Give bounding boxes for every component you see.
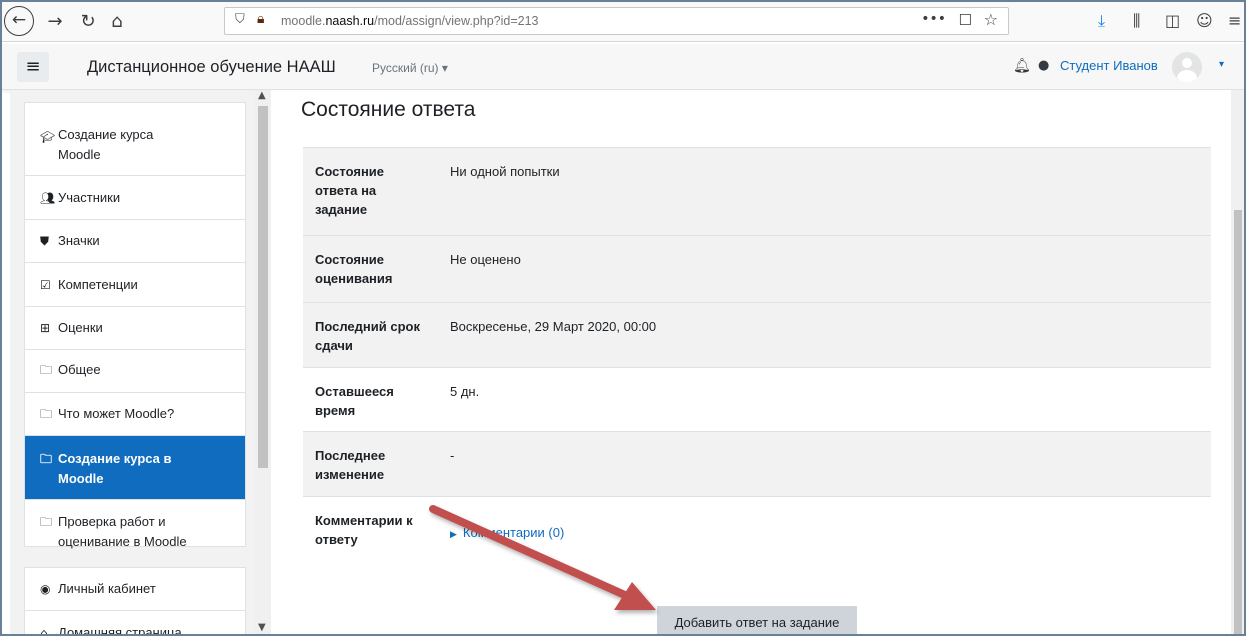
sidebar-item-label: Значки bbox=[58, 233, 100, 248]
message-icon[interactable]: ● bbox=[1038, 58, 1049, 73]
url-path: /mod/assign/view.php?id=213 bbox=[374, 14, 539, 28]
sidebar-item-home[interactable]: ⌂ Домашняя страница bbox=[25, 611, 245, 636]
sidebar-item-label: Создание курса в Moodle bbox=[58, 451, 172, 486]
comments-link[interactable]: Комментарии (0) bbox=[463, 525, 564, 540]
table-row: Состояние ответа на задание Ни одной поп… bbox=[303, 147, 1211, 236]
table-row: Комментарии к ответу ▶ Комментарии (0) bbox=[303, 496, 1211, 567]
row-value: Не оценено bbox=[438, 235, 1211, 303]
folder-icon: 🗀 bbox=[40, 452, 53, 466]
main-region: Состояние ответа Состояние ответа на зад… bbox=[271, 90, 1231, 634]
library-icon[interactable]: ⫼ bbox=[1133, 11, 1140, 31]
sidebar-item-label: Участники bbox=[58, 190, 121, 205]
page-actions-icon[interactable]: ••• bbox=[921, 11, 946, 27]
url-prefix: moodle. bbox=[281, 14, 326, 28]
browser-toolbar: ← → ↻ ⌂ ⛉ 🔒︎ moodle.naash.ru/mod/assign/… bbox=[2, 2, 1244, 42]
row-value: - bbox=[438, 431, 1211, 497]
checkbox-icon: ☑ bbox=[40, 278, 51, 292]
pocket-icon[interactable]: ☐ bbox=[959, 11, 972, 29]
users-icon: 👥︎ bbox=[40, 191, 56, 205]
sidebar-item-label: Создание курса Moodle bbox=[58, 127, 154, 162]
url-text[interactable]: moodle.naash.ru/mod/assign/view.php?id=2… bbox=[281, 14, 539, 28]
expand-comments-icon[interactable]: ▶ bbox=[450, 530, 457, 540]
sidebar-item-dashboard[interactable]: ◉ Личный кабинет bbox=[25, 568, 245, 611]
row-key: Состояние ответа на задание bbox=[303, 147, 438, 236]
page-scroll-thumb[interactable] bbox=[1234, 210, 1242, 634]
sidebar-item-general[interactable]: 🗀 Общее bbox=[25, 350, 245, 393]
bookmark-star-icon[interactable]: ☆ bbox=[984, 10, 998, 29]
sidebar-item-create-course-active[interactable]: 🗀 Создание курса в Moodle bbox=[25, 436, 245, 500]
table-icon: ⊞ bbox=[40, 321, 51, 335]
sidebar-item-label: Личный кабинет bbox=[58, 581, 156, 596]
language-menu[interactable]: Русский (ru) ▾ bbox=[372, 61, 448, 75]
scroll-up-icon[interactable]: ▲ bbox=[258, 90, 266, 101]
add-submission-button[interactable]: Добавить ответ на задание bbox=[657, 606, 857, 634]
row-value: Воскресенье, 29 Март 2020, 00:00 bbox=[438, 302, 1211, 368]
sidebar-item-course[interactable]: 🎓︎ Создание курса Moodle bbox=[25, 103, 245, 176]
row-value: Ни одной попытки bbox=[438, 147, 1211, 236]
sidebar-scroll-thumb[interactable] bbox=[258, 106, 268, 468]
table-row: Оставшееся время 5 дн. bbox=[303, 367, 1211, 432]
tracking-shield-icon[interactable]: ⛉ bbox=[235, 12, 245, 27]
sidebar-item-label: Домашняя страница bbox=[58, 625, 182, 636]
course-nav-group: 🎓︎ Создание курса Moodle 👥︎ Участники ⛊ … bbox=[24, 102, 246, 549]
sidebar-item-grades[interactable]: ⊞ Оценки bbox=[25, 307, 245, 350]
bell-icon[interactable]: 🔔︎ bbox=[1013, 58, 1031, 74]
sidebar-item-competencies[interactable]: ☑ Компетенции bbox=[25, 263, 245, 307]
url-domain-bold: naash.ru bbox=[325, 14, 375, 28]
sidebar-item-grading[interactable]: 🗀 Проверка работ и оценивание в Moodle bbox=[25, 500, 245, 549]
table-row: Последний срок сдачи Воскресенье, 29 Мар… bbox=[303, 302, 1211, 368]
sidebar-item-label: Общее bbox=[58, 362, 101, 377]
site-nav-group: ◉ Личный кабинет ⌂ Домашняя страница bbox=[24, 567, 246, 636]
avatar-head bbox=[1182, 58, 1192, 68]
sidebar-item-label: Проверка работ и оценивание в Moodle bbox=[58, 514, 187, 549]
row-value: ▶ Комментарии (0) bbox=[438, 496, 1211, 567]
avatar[interactable] bbox=[1172, 52, 1202, 82]
folder-icon: 🗀 bbox=[40, 407, 53, 421]
forward-arrow-icon[interactable]: → bbox=[42, 9, 68, 35]
drawer-toggle-icon[interactable]: ≡ bbox=[17, 52, 49, 82]
site-name[interactable]: Дистанционное обучение НААШ bbox=[87, 58, 336, 77]
sidebar-item-label: Оценки bbox=[58, 320, 103, 335]
sidebar-item-what-moodle[interactable]: 🗀 Что может Moodle? bbox=[25, 393, 245, 436]
row-key: Состояние оценивания bbox=[303, 235, 438, 303]
section-title: Состояние ответа bbox=[301, 98, 476, 121]
moodle-navbar: ≡ Дистанционное обучение НААШ Русский (r… bbox=[2, 44, 1244, 90]
table-row: Последнее изменение - bbox=[303, 431, 1211, 497]
row-key: Комментарии к ответу bbox=[303, 496, 438, 567]
insecure-lock-icon[interactable]: 🔒︎ bbox=[257, 11, 264, 27]
shield-icon: ⛊ bbox=[40, 234, 50, 248]
scroll-down-icon[interactable]: ▼ bbox=[258, 622, 266, 633]
avatar-body bbox=[1177, 70, 1197, 82]
url-bar[interactable]: ⛉ 🔒︎ moodle.naash.ru/mod/assign/view.php… bbox=[224, 7, 1009, 35]
row-value: 5 дн. bbox=[438, 367, 1211, 432]
sidebar-toggle-icon[interactable]: ◫ bbox=[1165, 11, 1180, 30]
user-name[interactable]: Студент Иванов bbox=[1060, 58, 1158, 73]
page-scrollbar[interactable] bbox=[1231, 90, 1244, 634]
folder-icon: 🗀 bbox=[40, 363, 53, 377]
submission-status-table: Состояние ответа на задание Ни одной поп… bbox=[303, 147, 1211, 567]
row-key: Последний срок сдачи bbox=[303, 302, 438, 368]
nav-drawer: 🎓︎ Создание курса Moodle 👥︎ Участники ⛊ … bbox=[10, 90, 255, 636]
user-menu-caret-icon[interactable]: ▾ bbox=[1219, 59, 1224, 70]
browser-window: ← → ↻ ⌂ ⛉ 🔒︎ moodle.naash.ru/mod/assign/… bbox=[0, 0, 1246, 636]
sidebar-item-label: Что может Moodle? bbox=[58, 406, 175, 421]
folder-icon: 🗀 bbox=[40, 515, 53, 529]
menu-icon[interactable]: ≡ bbox=[1228, 11, 1241, 30]
graduation-cap-icon: 🎓︎ bbox=[40, 130, 56, 144]
reload-icon[interactable]: ↻ bbox=[75, 9, 101, 35]
download-icon[interactable]: ⤓ bbox=[1098, 11, 1105, 31]
row-key: Последнее изменение bbox=[303, 431, 438, 497]
sidebar-item-label: Компетенции bbox=[58, 277, 138, 292]
sidebar-scrollbar[interactable]: ▲ ▼ bbox=[255, 90, 271, 634]
table-row: Состояние оценивания Не оценено bbox=[303, 235, 1211, 303]
home-icon: ⌂ bbox=[40, 626, 48, 636]
row-key: Оставшееся время bbox=[303, 367, 438, 432]
home-icon[interactable]: ⌂ bbox=[104, 9, 130, 35]
back-arrow-icon[interactable]: ← bbox=[4, 6, 34, 36]
sidebar-item-participants[interactable]: 👥︎ Участники bbox=[25, 176, 245, 220]
account-icon[interactable]: ☺ bbox=[1196, 11, 1213, 30]
sidebar-item-badges[interactable]: ⛊ Значки bbox=[25, 220, 245, 263]
dashboard-icon: ◉ bbox=[40, 582, 51, 596]
